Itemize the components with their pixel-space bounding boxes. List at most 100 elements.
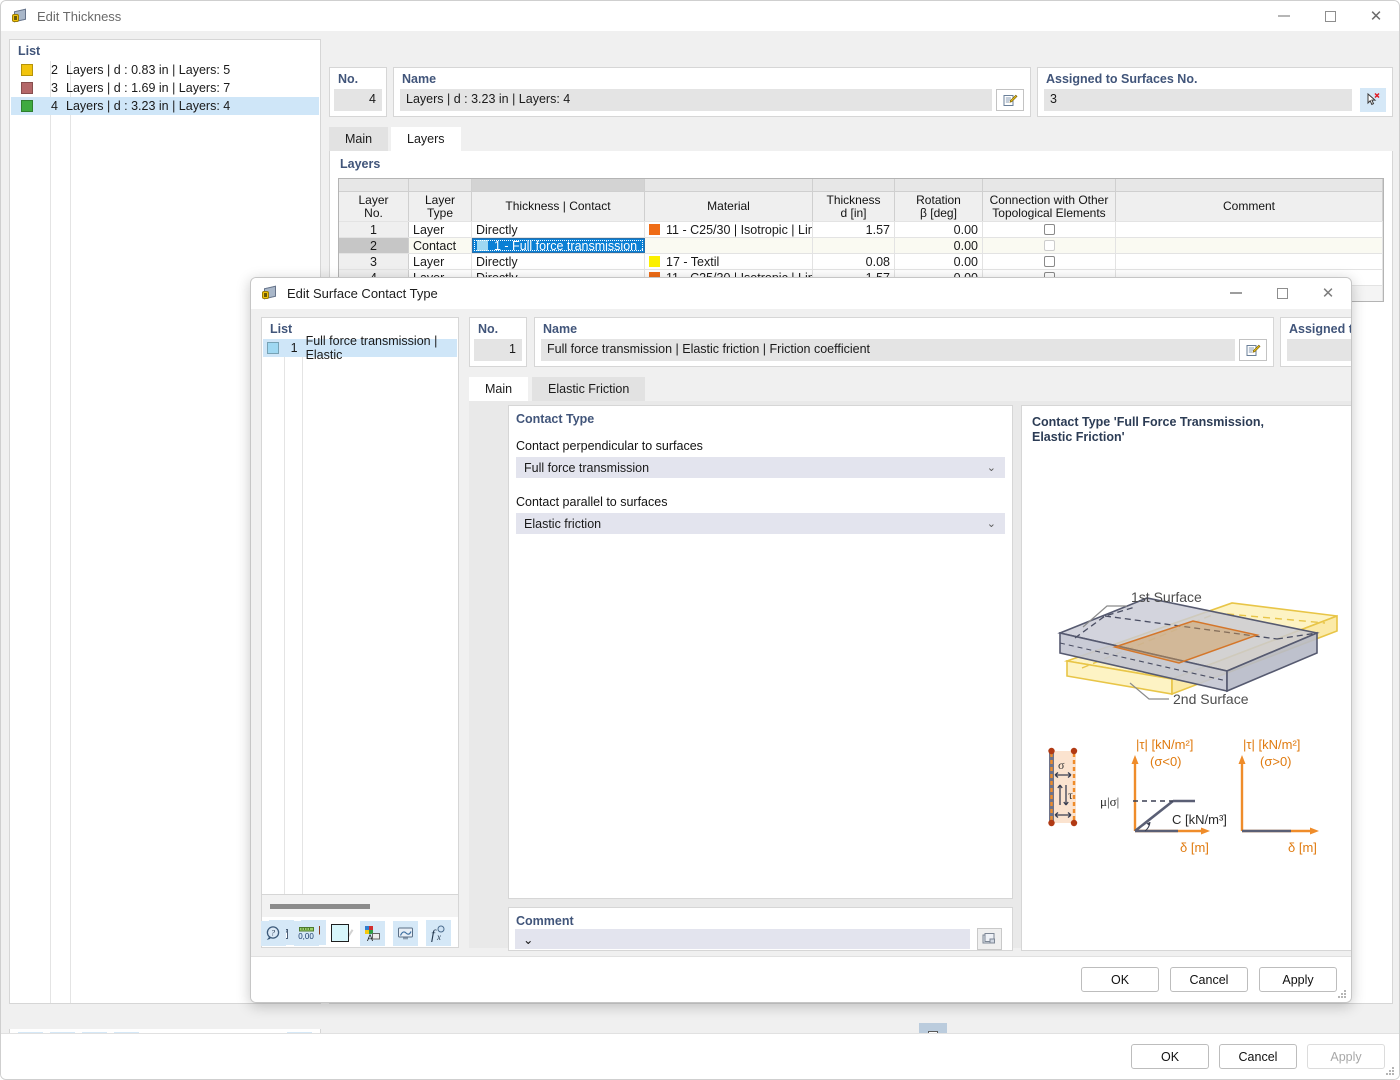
thickness-app-icon [11, 8, 28, 25]
contact-type-list-panel: List 1 Full force transmission | Elastic [261, 317, 459, 895]
render-view-button[interactable] [393, 920, 418, 946]
ok-button[interactable]: OK [1131, 1044, 1209, 1069]
chart2-xaxis: δ [m] [1288, 840, 1317, 855]
connection-checkbox[interactable] [1043, 256, 1055, 267]
cancel-button[interactable]: Cancel [1170, 967, 1248, 992]
resize-grip-icon[interactable] [1337, 989, 1347, 999]
chevron-down-icon: ⌄ [986, 518, 996, 530]
comment-library-button[interactable] [977, 928, 1002, 950]
outer-window-title: Edit Thickness [37, 8, 122, 24]
diagram-caption-line2: Elastic Friction' [1032, 430, 1125, 444]
no-value[interactable]: 4 [334, 89, 382, 111]
contact-tabstrip: Main Elastic Friction [469, 377, 1351, 401]
maximize-icon[interactable] [1307, 1, 1353, 31]
list-item[interactable]: 2 Layers | d : 0.83 in | Layers: 5 [11, 61, 319, 79]
color-swatch-button[interactable] [327, 921, 352, 946]
close-icon[interactable]: ✕ [1353, 1, 1399, 31]
table-row[interactable]: 1 Layer Directly 11 - C25/30 | Isotropic… [339, 221, 1383, 237]
list-item[interactable]: 4 Layers | d : 3.23 in | Layers: 4 [11, 97, 319, 115]
inner-footer: OK Cancel Apply [251, 956, 1351, 1002]
ok-button[interactable]: OK [1081, 967, 1159, 992]
no-label: No. [478, 322, 499, 336]
help-button[interactable]: ? [261, 920, 286, 946]
resize-grip-icon[interactable] [1385, 1066, 1395, 1076]
th-material: Material [707, 199, 750, 213]
perpendicular-label: Contact perpendicular to surfaces [516, 439, 703, 453]
cell-rotation-beta: 0.00 [953, 254, 978, 269]
apply-button: Apply [1307, 1044, 1385, 1069]
contact-no-box: No. 1 [469, 317, 527, 367]
no-value[interactable]: 1 [474, 339, 522, 361]
apply-button[interactable]: Apply [1259, 967, 1337, 992]
color-swatch-icon [267, 342, 279, 354]
tab-layers[interactable]: Layers [391, 127, 461, 151]
cell-material: 11 - C25/30 | Isotropic | Lin... [666, 222, 813, 237]
assigned-input[interactable]: 3 [1044, 89, 1352, 111]
inner-body: List 1 Full force transmission | Elastic [251, 309, 1351, 1002]
name-label: Name [543, 322, 578, 336]
table-row[interactable]: 3 Layer Directly 17 - Textil 0.08 0.00 [339, 253, 1383, 269]
table-group-strip [339, 179, 1383, 191]
comment-input[interactable]: ⌄ [515, 929, 970, 949]
name-label: Name [402, 72, 437, 86]
tab-elastic-friction[interactable]: Elastic Friction [532, 377, 646, 401]
cancel-button[interactable]: Cancel [1219, 1044, 1297, 1069]
minimize-icon[interactable] [1213, 278, 1259, 308]
tab-main[interactable]: Main [469, 377, 529, 401]
list-item-label: Layers | d : 0.83 in | Layers: 5 [66, 63, 231, 77]
contact-type-group-label: Contact Type [516, 412, 595, 426]
edit-name-button[interactable] [996, 89, 1024, 111]
cell-thickness-contact: Directly [476, 254, 518, 269]
assigned-surfaces-box: Assigned to Surfaces No. 3 [1037, 67, 1393, 117]
close-icon[interactable]: ✕ [1305, 278, 1351, 308]
contact-color-icon [477, 240, 488, 251]
text-settings-button[interactable]: A [360, 920, 385, 946]
perpendicular-select[interactable]: Full force transmission ⌄ [516, 457, 1005, 478]
svg-text:?: ? [271, 928, 275, 937]
contact-type-list[interactable]: 1 Full force transmission | Elastic [263, 334, 457, 362]
perpendicular-value: Full force transmission [524, 460, 650, 475]
cell-thickness-d: 0.08 [865, 254, 890, 269]
maximize-icon[interactable] [1259, 278, 1305, 308]
thickness-no-box: No. 4 [329, 67, 387, 117]
inner-bottom-toolbar: ? 0,00 A fx [261, 917, 451, 949]
assigned-input[interactable] [1287, 339, 1351, 361]
edit-surface-contact-type-dialog: Edit Surface Contact Type ✕ List 1 Full … [250, 277, 1352, 1003]
tab-main[interactable]: Main [329, 127, 389, 151]
table-row[interactable]: 2 Contact 1 - Full force transmission ..… [339, 237, 1383, 253]
cell-layer-type: Contact [413, 238, 457, 253]
thickness-name-box: Name Layers | d : 3.23 in | Layers: 4 [393, 67, 1031, 117]
parallel-select[interactable]: Elastic friction ⌄ [516, 513, 1005, 534]
minimize-icon[interactable] [1261, 1, 1307, 31]
assigned-surface-contacts-box: Assigned to Surface Contacts No. [1280, 317, 1351, 367]
diagram-caption: Contact Type 'Full Force Transmission, E… [1022, 406, 1351, 445]
th-thickness-d: Thickness d [in] [826, 192, 881, 220]
chevron-down-icon: ⌄ [986, 462, 996, 474]
contact-name-box: Name Full force transmission | Elastic f… [534, 317, 1274, 367]
edit-name-button[interactable] [1239, 339, 1267, 361]
thickness-tabstrip: Main Layers [329, 127, 1393, 151]
contact-sketch: σ τ [1048, 747, 1078, 827]
units-button[interactable]: 0,00 [294, 920, 319, 946]
outer-titlebar: Edit Thickness ✕ [1, 1, 1399, 31]
thickness-list[interactable]: 2 Layers | d : 0.83 in | Layers: 5 3 Lay… [11, 61, 319, 115]
contact-type-app-icon [261, 285, 278, 302]
name-input[interactable]: Layers | d : 3.23 in | Layers: 4 [400, 89, 992, 111]
list-item-label: Layers | d : 3.23 in | Layers: 4 [66, 99, 231, 113]
assigned-label: Assigned to Surface Contacts No. [1289, 322, 1351, 336]
outer-footer: OK Cancel Apply [1, 1033, 1399, 1079]
cell-thickness-contact-editor[interactable]: 1 - Full force transmission ... [472, 238, 645, 253]
th-thickness-contact: Thickness | Contact [505, 199, 611, 213]
list-horizontal-scrollbar[interactable] [261, 895, 459, 917]
list-item[interactable]: 3 Layers | d : 1.69 in | Layers: 7 [11, 79, 319, 97]
list-item[interactable]: 1 Full force transmission | Elastic [263, 334, 457, 362]
connection-checkbox[interactable] [1043, 240, 1055, 251]
pick-surfaces-button[interactable] [1360, 88, 1386, 112]
cell-rotation-beta: 0.00 [953, 238, 978, 253]
color-swatch-icon [21, 100, 33, 112]
chart2-yaxis: |τ| [kN/m²] [1243, 737, 1300, 752]
formula-button[interactable]: fx [426, 920, 451, 946]
connection-checkbox[interactable] [1043, 224, 1055, 235]
parallel-label: Contact parallel to surfaces [516, 495, 668, 509]
name-input[interactable]: Full force transmission | Elastic fricti… [541, 339, 1235, 361]
